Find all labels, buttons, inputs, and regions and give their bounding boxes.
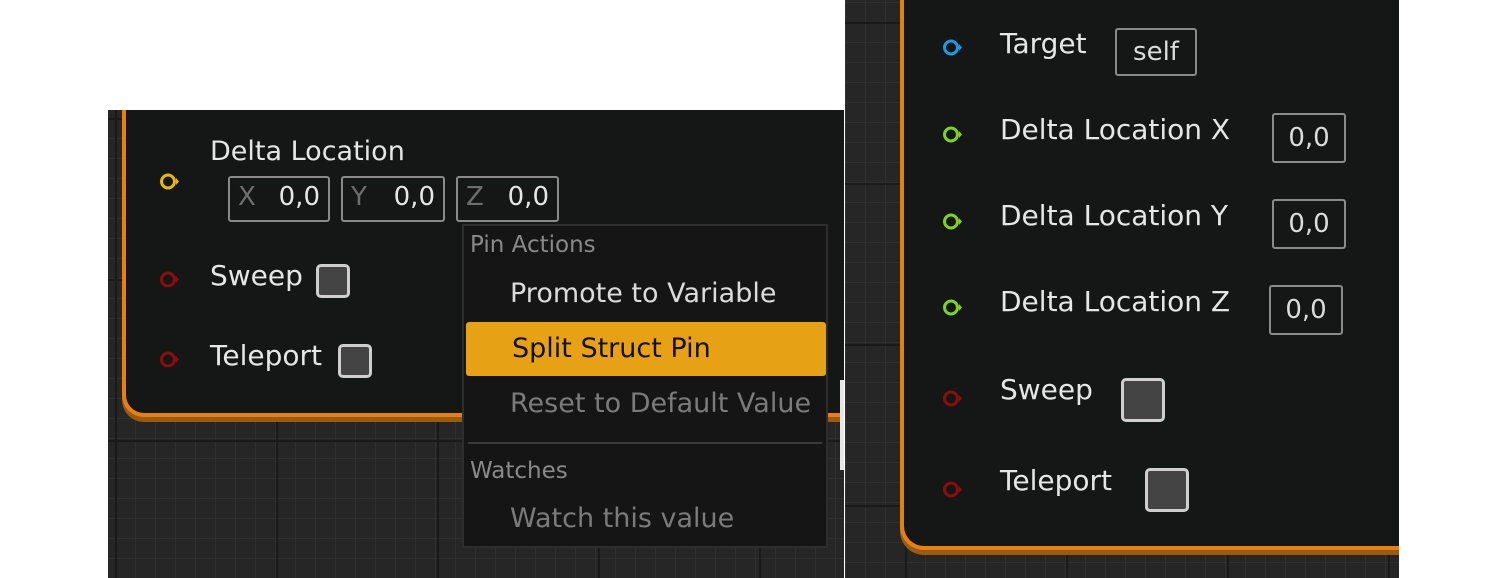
delta-location-x-field[interactable]: X 0,0 [228,176,330,222]
delta-location-y-label: Delta Location Y [1000,199,1229,232]
menu-separator [468,442,822,444]
target-value-field[interactable]: self [1115,28,1197,76]
watch-this-value-item[interactable]: Watch this value [464,492,826,546]
bool-pin-icon[interactable] [160,350,179,369]
bool-pin-icon[interactable] [943,480,962,499]
axis-x-label: X [238,182,256,212]
float-pin-icon[interactable] [943,125,962,144]
axis-z-label: Z [466,182,484,212]
delta-location-z-field[interactable]: 0,0 [1269,285,1343,335]
delta-location-z-field[interactable]: Z 0,0 [456,176,559,222]
float-pin-icon[interactable] [943,212,962,231]
teleport-checkbox[interactable] [338,344,372,378]
delta-location-y-field[interactable]: 0,0 [1272,199,1346,249]
sweep-checkbox[interactable] [316,264,350,298]
delta-location-label: Delta Location [210,136,405,167]
menu-edge-highlight [840,380,844,470]
watches-header: Watches [470,458,568,484]
delta-location-x-field[interactable]: 0,0 [1272,113,1346,163]
axis-x-value: 0,0 [278,182,320,212]
delta-location-x-label: Delta Location X [1000,113,1231,146]
object-pin-icon[interactable] [943,38,962,57]
promote-to-variable-item[interactable]: Promote to Variable [464,267,826,321]
delta-location-y-field[interactable]: Y 0,0 [341,176,445,222]
delta-location-z-label: Delta Location Z [1000,285,1231,318]
sweep-label: Sweep [210,259,303,292]
pin-actions-header: Pin Actions [470,232,596,258]
graph-panel-after: Target self Delta Location X 0,0 Delta L… [845,0,1399,578]
axis-y-value: 0,0 [393,182,435,212]
axis-y-label: Y [351,182,367,212]
bool-pin-icon[interactable] [160,270,179,289]
target-label: Target [1000,27,1087,60]
teleport-checkbox[interactable] [1145,468,1189,512]
sweep-label: Sweep [1000,373,1093,406]
reset-to-default-item[interactable]: Reset to Default Value [464,377,826,431]
teleport-label: Teleport [210,339,322,372]
vector-pin-icon[interactable] [160,172,179,191]
teleport-label: Teleport [1000,464,1112,497]
pin-context-menu: Pin Actions Promote to Variable Split St… [462,224,828,548]
bool-pin-icon[interactable] [943,389,962,408]
sweep-checkbox[interactable] [1121,378,1165,422]
split-struct-pin-item[interactable]: Split Struct Pin [466,322,826,376]
axis-z-value: 0,0 [507,182,549,212]
float-pin-icon[interactable] [943,298,962,317]
